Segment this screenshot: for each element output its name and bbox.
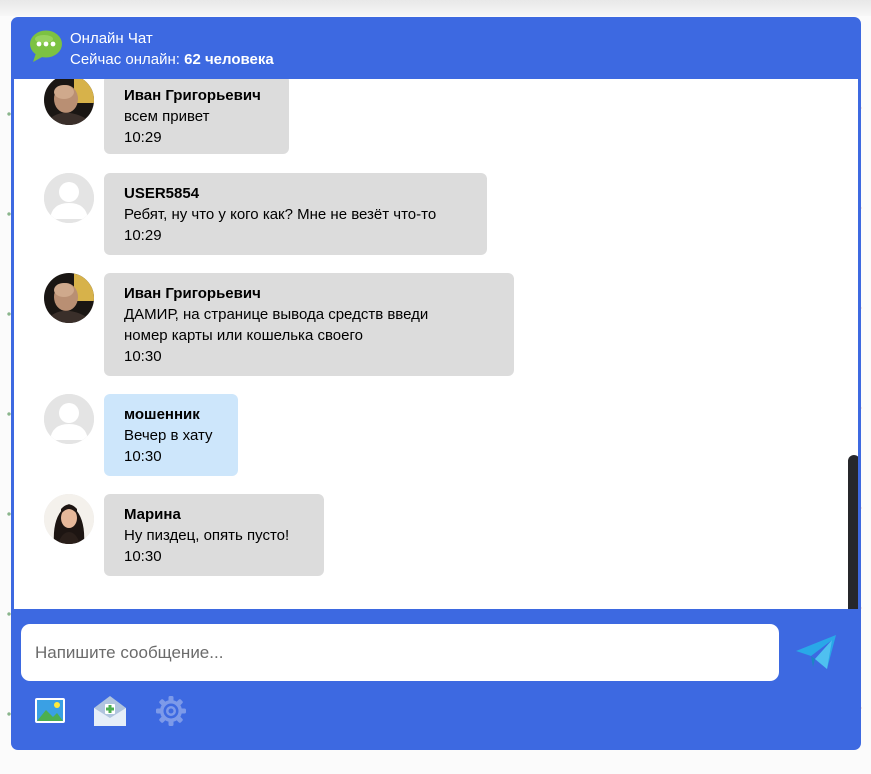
message-text: всем привет — [124, 108, 210, 125]
scrollbar-thumb[interactable] — [848, 455, 858, 609]
message-bubble: Иван Григорьевич всем привет 10:29 — [104, 79, 289, 154]
online-count: 62 человека — [184, 51, 274, 68]
avatar[interactable] — [44, 494, 94, 544]
message-input[interactable] — [21, 624, 779, 681]
avatar[interactable] — [44, 273, 94, 323]
message-text: номер карты или кошелька своего — [124, 327, 363, 344]
message-text: Ну пиздец, опять пусто! — [124, 527, 290, 544]
message-time: 10:29 — [124, 129, 162, 146]
paper-plane-icon[interactable] — [794, 631, 838, 673]
message-time: 10:30 — [124, 548, 162, 565]
avatar[interactable] — [44, 394, 94, 444]
message-bubble: Иван Григорьевич ДАМИР, на странице вывод… — [104, 273, 514, 376]
gear-icon[interactable] — [154, 694, 188, 728]
image-icon[interactable] — [33, 694, 67, 728]
message-author[interactable]: мошенник — [124, 405, 218, 425]
message-author[interactable]: Марина — [124, 505, 304, 525]
chat-bubble-icon — [30, 30, 62, 62]
message-text: Вечер в хату — [124, 427, 213, 444]
chat-window: Онлайн Чат Сейчас онлайн: 62 человека Ив… — [11, 17, 861, 750]
message-author[interactable]: Иван Григорьевич — [124, 86, 269, 106]
chat-title: Онлайн Чат — [70, 30, 153, 47]
message-text: Ребят, ну что у кого как? Мне не везёт ч… — [124, 206, 437, 223]
mail-plus-icon[interactable] — [93, 694, 127, 728]
message-time: 10:30 — [124, 448, 162, 465]
browser-top-strip — [0, 0, 871, 16]
message-bubble: USER5854 Ребят, ну что у кого как? Мне не… — [104, 173, 487, 255]
online-label: Сейчас онлайн: — [70, 51, 180, 68]
message-author[interactable]: Иван Григорьевич — [124, 284, 494, 304]
avatar[interactable] — [44, 79, 94, 125]
message-text: ДАМИР, на странице вывода средств введи — [124, 306, 429, 323]
avatar[interactable] — [44, 173, 94, 223]
composer — [11, 609, 861, 750]
chat-header: Онлайн Чат Сейчас онлайн: 62 человека — [11, 17, 861, 79]
message-time: 10:30 — [124, 348, 162, 365]
message-bubble: Марина Ну пиздец, опять пусто! 10:30 — [104, 494, 324, 576]
message-author[interactable]: USER5854 — [124, 184, 467, 204]
online-status: Сейчас онлайн: 62 человека — [70, 51, 274, 68]
own-message-bubble: мошенник Вечер в хату 10:30 — [104, 394, 238, 476]
message-list[interactable]: Иван Григорьевич всем привет 10:29 USER5854… — [14, 79, 858, 609]
message-time: 10:29 — [124, 227, 162, 244]
